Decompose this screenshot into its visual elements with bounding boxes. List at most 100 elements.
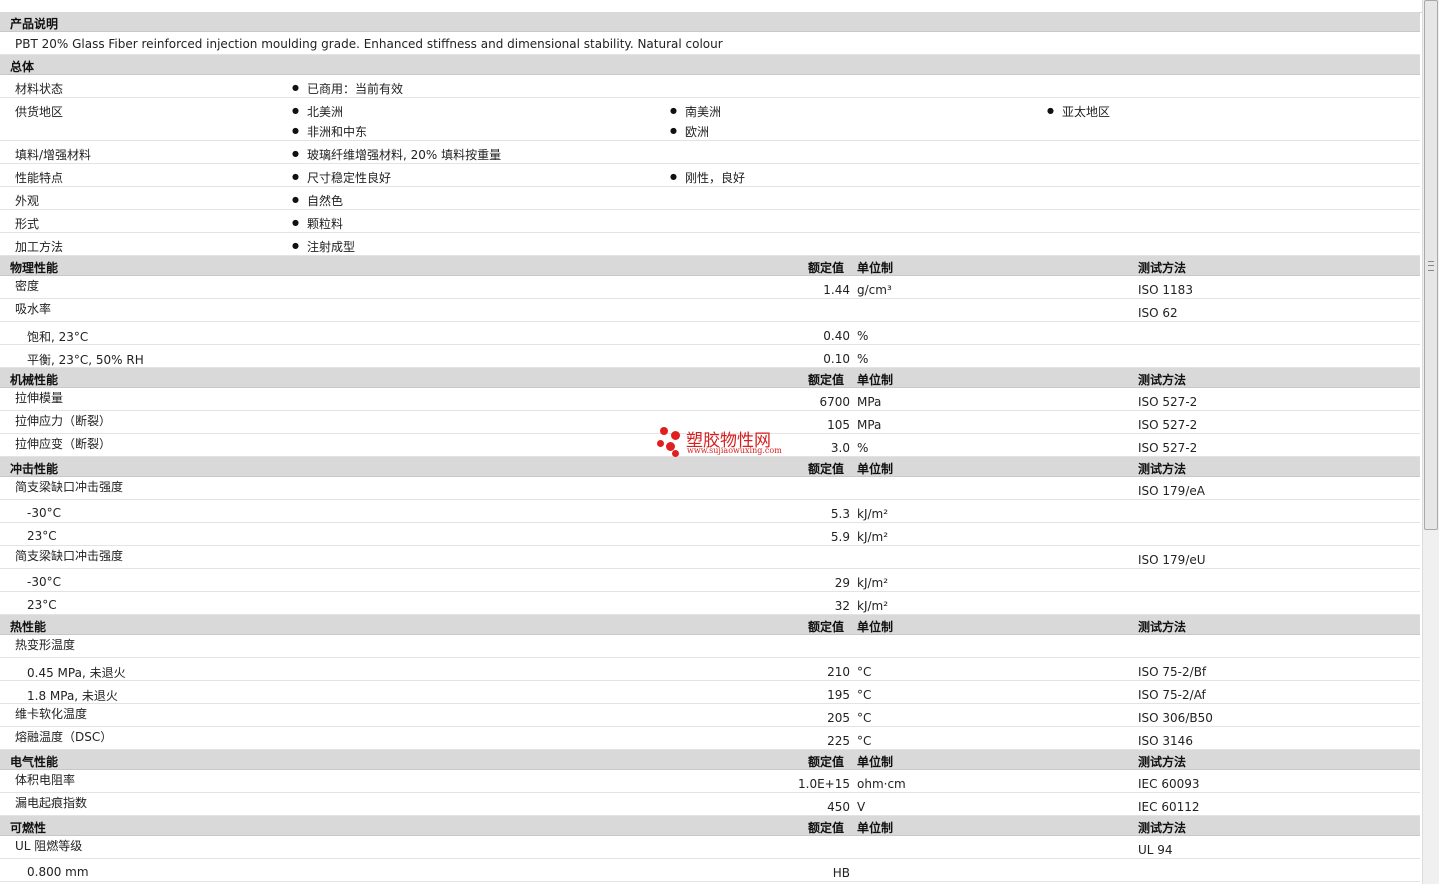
row-label: 饱和, 23°C bbox=[27, 330, 89, 344]
section-header: 热性能 额定值 单位制 测试方法 bbox=[0, 615, 1420, 635]
watermark-logo: 塑胶物性网 www.sujiaowuxing.com bbox=[657, 425, 787, 459]
row-value: 1.44 bbox=[823, 283, 850, 297]
row-unit: kJ/m² bbox=[857, 530, 889, 544]
row-value: 225 bbox=[827, 734, 850, 748]
row-unit: g/cm³ bbox=[857, 283, 892, 297]
row-label: 漏电起痕指数 bbox=[15, 796, 88, 810]
table-row: 体积电阻率 1.0E+15 ohm·cm IEC 60093 bbox=[0, 770, 1420, 793]
table-row: 0.45 MPa, 未退火 210 °C ISO 75-2/Bf bbox=[0, 658, 1420, 681]
column-header-nominal: 额定值 bbox=[808, 373, 845, 387]
row-value: 205 bbox=[827, 711, 850, 725]
table-row: 简支梁缺口冲击强度 ISO 179/eU bbox=[0, 546, 1420, 569]
row-unit: % bbox=[857, 329, 869, 343]
watermark-dot-icon bbox=[672, 450, 679, 457]
watermark-dot-icon bbox=[671, 431, 680, 440]
section-header: 可燃性 额定值 单位制 测试方法 bbox=[0, 816, 1420, 836]
row-label: 拉伸模量 bbox=[15, 391, 64, 405]
row-method: IEC 60112 bbox=[1138, 800, 1200, 814]
column-header-method: 测试方法 bbox=[1138, 462, 1187, 476]
row-unit: % bbox=[857, 441, 869, 455]
watermark-dot-icon bbox=[660, 427, 668, 435]
row-label: UL 阻燃等级 bbox=[15, 839, 83, 853]
row-method: ISO 179/eA bbox=[1138, 484, 1205, 498]
property-row: 供货地区 北美洲 南美洲 亚太地区非洲和中东 欧洲 bbox=[0, 98, 1420, 141]
row-method: ISO 75-2/Af bbox=[1138, 688, 1206, 702]
table-row: 平衡, 23°C, 50% RH 0.10% bbox=[0, 345, 1420, 368]
table-row: 0.800 mm HB bbox=[0, 859, 1420, 882]
table-row: 熔融温度（DSC） 225 °C ISO 3146 bbox=[0, 727, 1420, 750]
row-unit: kJ/m² bbox=[857, 599, 889, 613]
column-header-unit: 单位制 bbox=[857, 373, 894, 387]
row-unit: MPa bbox=[857, 395, 882, 409]
column-header-nominal: 额定值 bbox=[808, 462, 845, 476]
table-row: 23°C 32 kJ/m² bbox=[0, 592, 1420, 615]
column-header-unit: 单位制 bbox=[857, 821, 894, 835]
property-value: 刚性，良好 bbox=[670, 169, 745, 186]
property-value: 颗粒料 bbox=[292, 215, 343, 232]
row-method: ISO 3146 bbox=[1138, 734, 1193, 748]
property-value: 北美洲 bbox=[292, 103, 343, 120]
row-method: ISO 527-2 bbox=[1138, 418, 1198, 432]
vertical-scrollbar[interactable] bbox=[1422, 0, 1439, 884]
property-row: 外观 自然色 bbox=[0, 187, 1420, 210]
row-unit: kJ/m² bbox=[857, 507, 889, 521]
row-method: UL 94 bbox=[1138, 843, 1173, 857]
row-label: 维卡软化温度 bbox=[15, 707, 88, 721]
column-header-method: 测试方法 bbox=[1138, 373, 1187, 387]
section-title: 产品说明 bbox=[10, 17, 59, 31]
row-label: 简支梁缺口冲击强度 bbox=[15, 549, 124, 563]
column-header-nominal: 额定值 bbox=[808, 261, 845, 275]
table-row: 简支梁缺口冲击强度 ISO 179/eA bbox=[0, 477, 1420, 500]
row-method: IEC 60093 bbox=[1138, 777, 1200, 791]
column-header-unit: 单位制 bbox=[857, 755, 894, 769]
row-label: -30°C bbox=[27, 506, 61, 520]
row-unit: °C bbox=[857, 734, 872, 748]
row-value: 210 bbox=[827, 665, 850, 679]
row-value: 32 bbox=[834, 599, 850, 613]
description-row: PBT 20% Glass Fiber reinforced injection… bbox=[0, 32, 1420, 55]
row-value: 6700 bbox=[819, 395, 850, 409]
property-row: 材料状态 已商用：当前有效 bbox=[0, 75, 1420, 98]
row-label: 0.45 MPa, 未退火 bbox=[27, 666, 126, 680]
column-header-nominal: 额定值 bbox=[808, 620, 845, 634]
row-label: 平衡, 23°C, 50% RH bbox=[27, 353, 144, 367]
row-method: ISO 75-2/Bf bbox=[1138, 665, 1207, 679]
row-value: HB bbox=[832, 866, 850, 880]
row-unit: % bbox=[857, 352, 869, 366]
row-label: 热变形温度 bbox=[15, 638, 76, 652]
row-unit: V bbox=[857, 800, 866, 814]
table-row: 维卡软化温度 205 °C ISO 306/B50 bbox=[0, 704, 1420, 727]
property-value: 亚太地区 bbox=[1047, 103, 1110, 120]
row-label: 23°C bbox=[27, 529, 57, 543]
section-header: 电气性能 额定值 单位制 测试方法 bbox=[0, 750, 1420, 770]
table-row: -30°C 29 kJ/m² bbox=[0, 569, 1420, 592]
property-value: 玻璃纤维增强材料, 20% 填料按重量 bbox=[292, 146, 501, 163]
row-unit: MPa bbox=[857, 418, 882, 432]
property-label: 性能特点 bbox=[15, 171, 64, 185]
scrollbar-thumb[interactable] bbox=[1424, 0, 1438, 530]
property-label: 材料状态 bbox=[15, 82, 64, 96]
property-value: 非洲和中东 bbox=[292, 123, 367, 140]
section-title: 冲击性能 bbox=[10, 462, 59, 476]
column-header-nominal: 额定值 bbox=[808, 755, 845, 769]
table-row: -30°C 5.3 kJ/m² bbox=[0, 500, 1420, 523]
row-label: 拉伸应力（断裂） bbox=[15, 414, 112, 428]
row-label: 拉伸应变（断裂） bbox=[15, 437, 112, 451]
row-label: 密度 bbox=[15, 279, 40, 293]
row-label: 简支梁缺口冲击强度 bbox=[15, 480, 124, 494]
section-title: 电气性能 bbox=[10, 755, 59, 769]
row-value: 450 bbox=[827, 800, 850, 814]
description-text: PBT 20% Glass Fiber reinforced injection… bbox=[15, 37, 723, 51]
property-value: 注射成型 bbox=[292, 238, 355, 255]
row-unit: °C bbox=[857, 711, 872, 725]
row-value: 0.40 bbox=[823, 329, 850, 343]
table-row: 23°C 5.9 kJ/m² bbox=[0, 523, 1420, 546]
row-value: 195 bbox=[827, 688, 850, 702]
row-value: 1.0E+15 bbox=[798, 777, 850, 791]
row-label: 体积电阻率 bbox=[15, 773, 76, 787]
row-value: 5.3 bbox=[830, 507, 850, 521]
property-value: 自然色 bbox=[292, 192, 343, 209]
property-label: 加工方法 bbox=[15, 240, 64, 254]
row-method: ISO 1183 bbox=[1138, 283, 1193, 297]
column-header-unit: 单位制 bbox=[857, 462, 894, 476]
